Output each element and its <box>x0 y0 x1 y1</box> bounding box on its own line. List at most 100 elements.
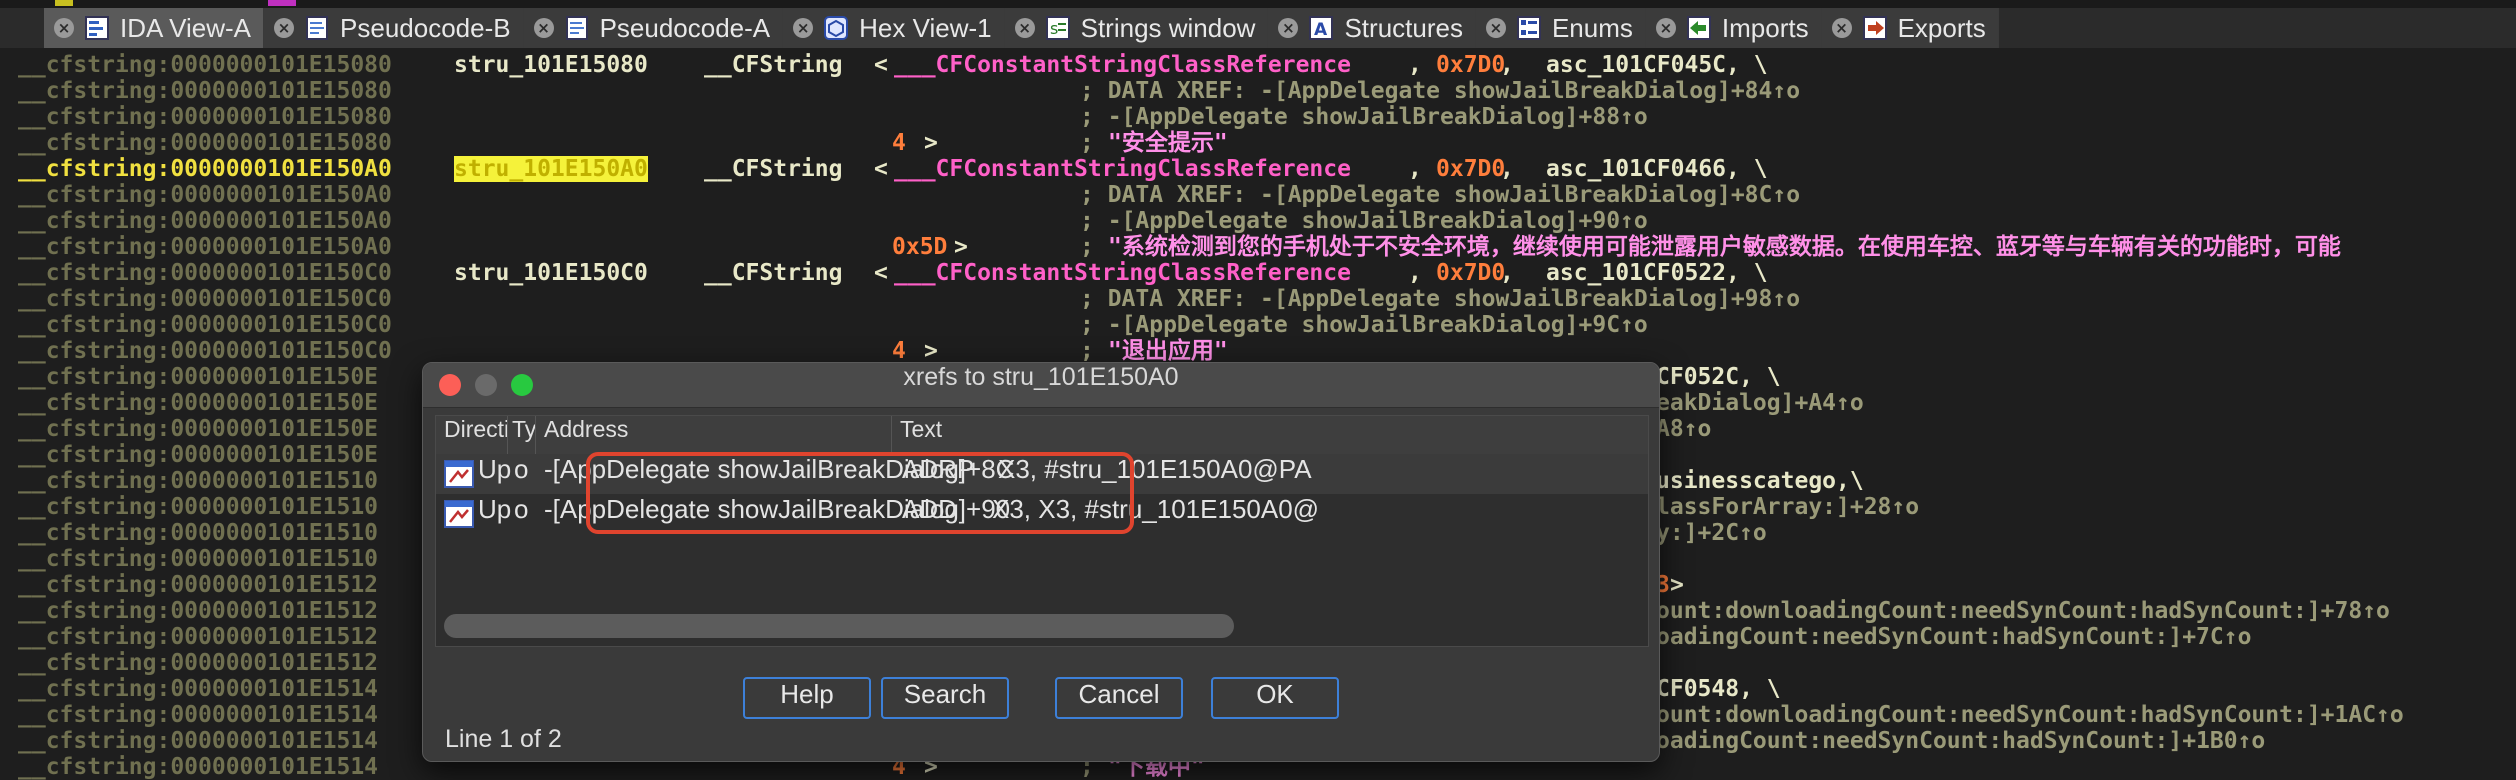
disasm-line[interactable]: __cfstring:0000000101E150A0 ; -[AppDelega… <box>0 208 2516 234</box>
tab-bar: × IDA View-A × Pseudocode-B × Pseudocode… <box>0 0 2516 48</box>
line-comment: ; <box>1080 338 1108 364</box>
line-address: __cfstring:0000000101E150E <box>18 442 379 468</box>
line-type: __CFString <box>704 260 843 286</box>
line-address: __cfstring:0000000101E150C0 <box>18 260 392 286</box>
line-identifier: asc_101CF045C, \ <box>1546 52 1768 78</box>
enums-icon <box>1516 16 1541 40</box>
tab-hex-view-1[interactable]: × Hex View-1 <box>783 8 1005 48</box>
disasm-line[interactable]: __cfstring:0000000101E15080 ; -[AppDelega… <box>0 104 2516 130</box>
line-tail-comment: oadingCount:needSynCount:hadSynCount:]+7… <box>1656 624 2252 650</box>
cancel-button[interactable]: Cancel <box>1055 677 1183 719</box>
line-address: __cfstring:0000000101E150E <box>18 364 379 390</box>
close-icon[interactable]: × <box>533 18 554 38</box>
line-sep: , <box>1500 156 1514 182</box>
line-address: __cfstring:0000000101E1514 <box>18 754 379 780</box>
tab-ida-view-a[interactable]: × IDA View-A <box>44 8 265 48</box>
minimize-window-icon[interactable] <box>475 374 497 396</box>
line-gt: > <box>954 234 968 260</box>
line-address: __cfstring:0000000101E150C0 <box>18 338 392 364</box>
disasm-line[interactable]: __cfstring:0000000101E150C0 4 >; "退出应用" <box>0 338 2516 364</box>
help-button[interactable]: Help <box>743 677 871 719</box>
close-icon[interactable]: × <box>1831 18 1852 38</box>
line-comment: ; DATA XREF: -[AppDelegate showJailBreak… <box>1080 286 1801 312</box>
line-address: __cfstring:0000000101E1512 <box>18 624 379 650</box>
line-label-highlighted: stru_101E150A0 <box>454 156 648 182</box>
line-address: __cfstring:0000000101E1514 <box>18 702 379 728</box>
column-header-text[interactable]: Text <box>892 416 1648 454</box>
structures-icon: A <box>1309 16 1334 40</box>
tab-label: Hex View-1 <box>859 12 992 43</box>
disasm-line[interactable]: __cfstring:0000000101E150C0 ; -[AppDelega… <box>0 312 2516 338</box>
line-sep: , <box>1500 52 1514 78</box>
disasm-line[interactable]: __cfstring:0000000101E150A0 stru_101E150A… <box>0 156 2516 182</box>
line-tail-identifier: usinesscatego,\ <box>1656 468 1864 494</box>
line-identifier: asc_101CF0522, \ <box>1546 260 1768 286</box>
close-window-icon[interactable] <box>439 374 461 396</box>
dialog-titlebar[interactable]: xrefs to stru_101E150A0 <box>423 363 1659 408</box>
cell-direction: Up <box>478 494 512 524</box>
line-address: __cfstring:0000000101E1512 <box>18 650 379 676</box>
line-lt: < <box>874 156 888 182</box>
cell-type: o <box>514 494 529 524</box>
line-comment: ; DATA XREF: -[AppDelegate showJailBreak… <box>1080 78 1801 104</box>
tab-label: IDA View-A <box>120 12 252 43</box>
line-comment: ; <box>1080 234 1108 260</box>
strings-icon: s <box>1045 16 1070 40</box>
disasm-line[interactable]: __cfstring:0000000101E150C0 stru_101E150C… <box>0 260 2516 286</box>
xref-row-icon <box>444 460 474 488</box>
tab-enums[interactable]: × Enums <box>1475 8 1646 48</box>
column-header-direction[interactable]: Direction <box>436 416 508 454</box>
horizontal-scrollbar[interactable] <box>444 614 1234 638</box>
line-length: 4 <box>892 130 906 156</box>
status-line: Line 1 of 2 <box>445 725 562 753</box>
line-string: "系统检测到您的手机处于不安全环境，继续使用可能泄露用户敏感数据。在使用车控、蓝… <box>1108 234 2341 260</box>
line-lt: < <box>874 260 888 286</box>
disasm-line[interactable]: __cfstring:0000000101E15080 ; DATA XREF: … <box>0 78 2516 104</box>
line-address: __cfstring:0000000101E15080 <box>18 52 392 78</box>
tab-exports[interactable]: × Exports <box>1821 8 1999 48</box>
line-address: __cfstring:0000000101E1514 <box>18 676 379 702</box>
line-keyword: ___CFConstantStringClassReference <box>894 156 1351 182</box>
ok-button[interactable]: OK <box>1211 677 1339 719</box>
close-icon[interactable]: × <box>274 18 295 38</box>
tab-label: Enums <box>1551 12 1633 43</box>
line-address: __cfstring:0000000101E150A0 <box>18 234 392 260</box>
line-gt: > <box>924 338 938 364</box>
highlight-box <box>586 452 1134 534</box>
line-label: stru_101E150C0 <box>454 260 648 286</box>
line-address: __cfstring:0000000101E1512 <box>18 598 379 624</box>
table-header: Direction Typ Address Text <box>436 416 1648 455</box>
imports-icon <box>1686 16 1711 40</box>
disasm-line[interactable]: __cfstring:0000000101E15080 stru_101E1508… <box>0 52 2516 78</box>
tab-strings-window[interactable]: × s Strings window <box>1004 8 1269 48</box>
line-tail-comment: ount:downloadingCount:needSynCount:hadSy… <box>1656 702 2404 728</box>
close-icon[interactable]: × <box>1655 18 1676 38</box>
line-number: 0x7D0 <box>1436 156 1506 182</box>
close-icon[interactable]: × <box>1485 18 1506 38</box>
close-icon[interactable]: × <box>1278 18 1299 38</box>
line-sep: , <box>1408 52 1422 78</box>
line-tail-comment: A8↑o <box>1656 416 1712 442</box>
line-lt: < <box>874 52 888 78</box>
line-tail-gt: > <box>1670 572 1684 598</box>
search-button[interactable]: Search <box>881 677 1009 719</box>
disasm-line[interactable]: __cfstring:0000000101E150A0 0x5D >; "系统检测到… <box>0 234 2516 260</box>
line-address: __cfstring:0000000101E15080 <box>18 78 392 104</box>
tab-pseudocode-b[interactable]: × Pseudocode-B <box>264 8 524 48</box>
close-icon[interactable]: × <box>54 18 74 38</box>
disasm-line[interactable]: __cfstring:0000000101E15080 4 >; "安全提示" <box>0 130 2516 156</box>
tab-imports[interactable]: × Imports <box>1645 8 1822 48</box>
disasm-line[interactable]: __cfstring:0000000101E150C0 ; DATA XREF: … <box>0 286 2516 312</box>
column-header-type[interactable]: Typ <box>508 416 536 454</box>
close-icon[interactable]: × <box>1014 18 1035 38</box>
disasm-line[interactable]: __cfstring:0000000101E150A0 ; DATA XREF: … <box>0 182 2516 208</box>
line-label: stru_101E15080 <box>454 52 648 78</box>
tab-label: Pseudocode-B <box>340 12 511 43</box>
tab-pseudocode-a[interactable]: × Pseudocode-A <box>523 8 784 48</box>
close-icon[interactable]: × <box>793 18 814 38</box>
column-header-address[interactable]: Address <box>536 416 892 454</box>
zoom-window-icon[interactable] <box>511 374 533 396</box>
hex-view-icon <box>824 16 849 40</box>
pseudocode-icon <box>306 16 329 40</box>
tab-structures[interactable]: × A Structures <box>1268 8 1476 48</box>
